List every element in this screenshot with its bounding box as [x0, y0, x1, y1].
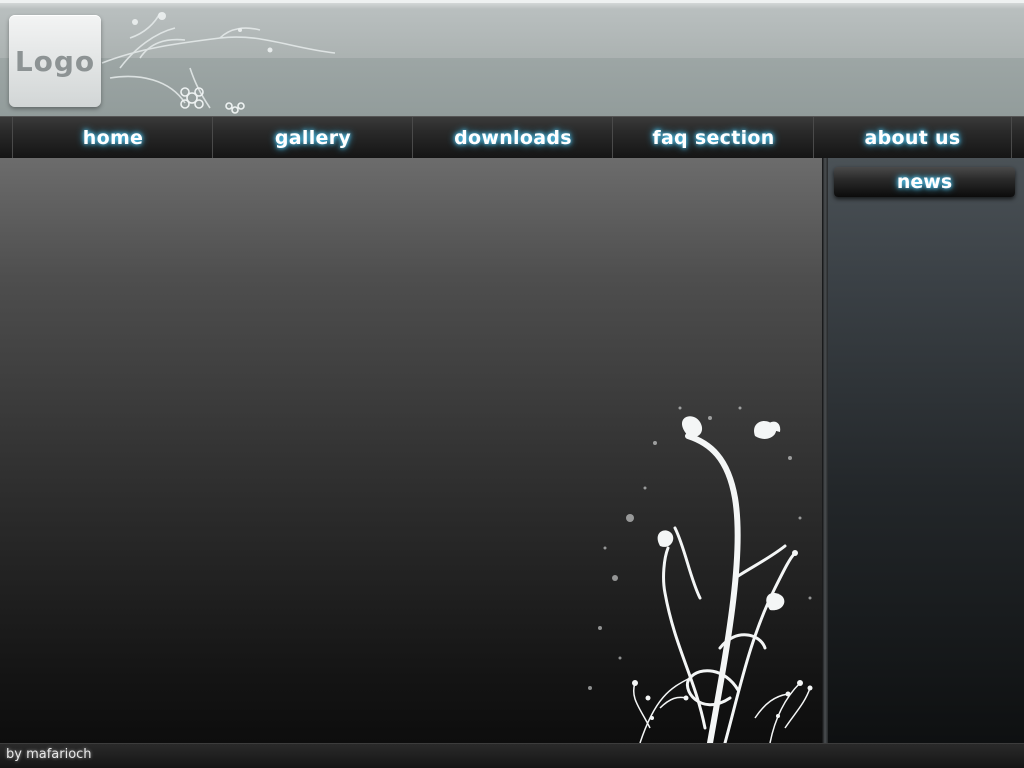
- nav-item-about-us[interactable]: about us: [813, 117, 1012, 158]
- header-banner: Logo: [0, 0, 1024, 118]
- logo[interactable]: Logo: [9, 15, 101, 107]
- nav-item-gallery[interactable]: gallery: [212, 117, 413, 158]
- footer-credit: by mafarioch: [6, 747, 92, 762]
- sidebar: news: [828, 158, 1024, 743]
- floral-swirl-icon: [101, 12, 336, 114]
- nav-item-label: faq section: [652, 126, 775, 149]
- main-nav: home gallery downloads faq section about…: [0, 116, 1024, 158]
- news-tab[interactable]: news: [834, 167, 1015, 197]
- nav-item-label: downloads: [454, 126, 572, 149]
- logo-text: Logo: [14, 44, 96, 78]
- footer: by mafarioch: [0, 743, 1024, 768]
- nav-item-label: home: [82, 126, 144, 149]
- nav-item-downloads[interactable]: downloads: [412, 117, 613, 158]
- nav-item-label: about us: [864, 126, 961, 149]
- news-label: news: [896, 171, 953, 193]
- nav-item-label: gallery: [274, 126, 352, 149]
- nav-item-home[interactable]: home: [12, 117, 213, 158]
- floral-plant-icon: [588, 406, 813, 743]
- main-content: [0, 158, 822, 743]
- nav-item-faq-section[interactable]: faq section: [612, 117, 814, 158]
